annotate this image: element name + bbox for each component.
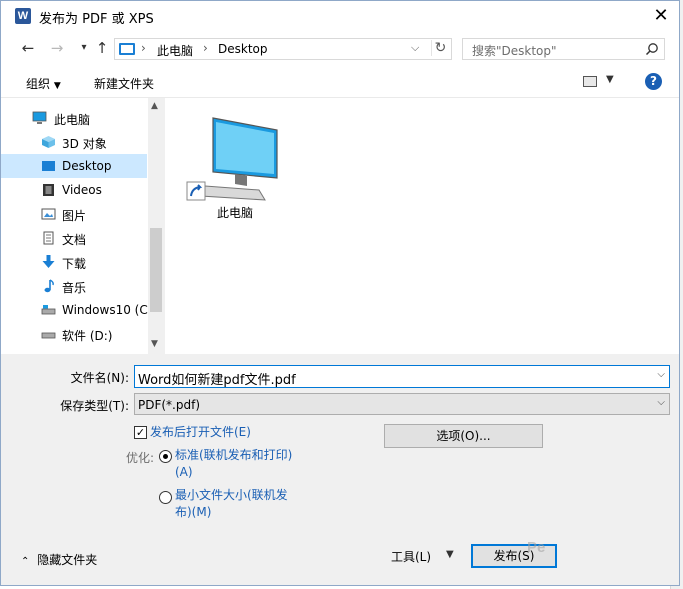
- sidebar-item-label: Desktop: [62, 159, 112, 173]
- forward-button[interactable]: →: [48, 39, 66, 57]
- arrow-right-icon: →: [50, 39, 64, 57]
- file-item-label: 此电脑: [216, 206, 253, 220]
- sidebar-item-label: Windows10 (C:: [62, 303, 152, 317]
- desktop-icon: [42, 161, 55, 171]
- chevron-down-icon: ▾: [81, 42, 87, 53]
- optimize-minimum-radio[interactable]: [159, 491, 172, 504]
- sidebar-item-label: Videos: [62, 183, 102, 197]
- arrow-left-icon: ←: [21, 39, 35, 57]
- search-placeholder: 搜索"Desktop": [472, 44, 557, 58]
- sidebar-item-label: 音乐: [62, 281, 87, 295]
- scroll-down-icon[interactable]: ▼: [151, 339, 158, 349]
- breadcrumb-this-pc[interactable]: 此电脑: [157, 42, 193, 59]
- organize-button[interactable]: 组织 ▼: [26, 75, 61, 92]
- recent-locations-button[interactable]: ▾: [75, 39, 93, 57]
- filetype-select[interactable]: PDF(*.pdf) ⌵: [134, 393, 670, 415]
- hide-folders-button[interactable]: ⌃ 隐藏文件夹: [21, 551, 97, 568]
- sidebar-item-label: 下载: [62, 257, 87, 271]
- chevron-right-icon: ›: [203, 41, 208, 55]
- drive-icon: [41, 332, 56, 339]
- view-icon[interactable]: [583, 76, 597, 87]
- sidebar-item-documents[interactable]: 文档: [1, 226, 147, 250]
- sidebar-item-music[interactable]: 音乐: [1, 274, 147, 298]
- chevron-down-icon[interactable]: ⌵: [657, 397, 665, 408]
- film-icon: [43, 184, 54, 196]
- chevron-right-icon: ›: [141, 41, 146, 55]
- sidebar-item-drive-c[interactable]: Windows10 (C:: [1, 298, 152, 322]
- sidebar-item-label: 此电脑: [54, 113, 91, 127]
- tools-button[interactable]: 工具(L): [391, 548, 431, 565]
- sidebar-item-label: 软件 (D:): [62, 329, 113, 343]
- filename-field[interactable]: Word如何新建pdf文件.pdf ⌵: [134, 365, 670, 388]
- view-dropdown-icon[interactable]: ▼: [606, 74, 614, 85]
- scrollbar-thumb[interactable]: [150, 228, 162, 312]
- computer-icon: [32, 111, 47, 124]
- optimize-minimum-label-line2[interactable]: 布)(M): [175, 504, 211, 521]
- up-button[interactable]: ↑: [93, 39, 111, 57]
- organize-label: 组织: [26, 77, 51, 91]
- sidebar-item-pictures[interactable]: 图片: [1, 202, 147, 226]
- document-icon: [43, 231, 54, 245]
- chevron-down-icon: ▼: [53, 81, 61, 91]
- close-button[interactable]: ✕: [649, 5, 673, 27]
- computer-shortcut-icon: [186, 117, 278, 201]
- navigation-bar: ← → ▾ ↑ › 此电脑 › Desktop ⌵ ↻ 搜索"Desktop": [1, 32, 679, 66]
- navigation-pane: 此电脑 3D 对象 Desktop Videos 图片 文档 下载 音乐 Win…: [1, 98, 164, 354]
- open-after-publish-label[interactable]: 发布后打开文件(E): [150, 424, 251, 441]
- open-after-publish-checkbox[interactable]: ✓: [134, 426, 147, 439]
- address-dropdown-icon[interactable]: ⌵: [411, 41, 419, 55]
- drive-icon: [41, 305, 56, 315]
- sidebar-item-this-pc[interactable]: 此电脑: [1, 106, 147, 130]
- download-icon: [42, 255, 55, 268]
- hide-folders-label: 隐藏文件夹: [37, 553, 98, 567]
- file-item-this-pc[interactable]: 此电脑: [165, 98, 305, 224]
- filetype-value: PDF(*.pdf): [138, 398, 201, 412]
- help-icon[interactable]: ?: [645, 73, 662, 90]
- navigation-scrollbar[interactable]: ▲ ▼: [148, 98, 164, 354]
- filetype-label: 保存类型(T):: [60, 399, 129, 413]
- optimize-standard-label-line2[interactable]: (A): [175, 464, 193, 481]
- scroll-up-icon[interactable]: ▲: [151, 101, 158, 111]
- picture-icon: [41, 208, 56, 220]
- computer-icon: [119, 43, 135, 55]
- refresh-icon[interactable]: ↻: [431, 40, 449, 56]
- dialog-title: 发布为 PDF 或 XPS: [39, 12, 154, 27]
- sidebar-item-label: 3D 对象: [62, 137, 107, 151]
- chevron-up-icon: ⌃: [21, 556, 30, 567]
- search-icon: [645, 43, 658, 56]
- close-icon: ✕: [653, 5, 669, 26]
- sidebar-item-label: 图片: [62, 209, 87, 223]
- options-button[interactable]: 选项(O)...: [384, 424, 543, 448]
- sidebar-item-videos[interactable]: Videos: [1, 178, 147, 202]
- optimize-minimum-label-line1[interactable]: 最小文件大小(联机发: [175, 487, 288, 504]
- arrow-up-icon: ↑: [95, 39, 109, 57]
- file-list: 此电脑: [165, 98, 679, 354]
- optimize-label: 优化:: [126, 451, 155, 465]
- back-button[interactable]: ←: [19, 39, 37, 57]
- search-input[interactable]: 搜索"Desktop": [462, 38, 665, 60]
- sidebar-item-label: 文档: [62, 233, 87, 247]
- filename-label: 文件名(N):: [70, 371, 129, 385]
- tools-dropdown-icon[interactable]: ▼: [446, 549, 454, 560]
- chevron-down-icon[interactable]: ⌵: [657, 369, 665, 380]
- filename-value: Word如何新建pdf文件.pdf: [138, 373, 296, 388]
- breadcrumb-desktop[interactable]: Desktop: [218, 42, 268, 56]
- music-icon: [44, 279, 54, 293]
- sidebar-item-desktop[interactable]: Desktop: [1, 154, 147, 178]
- sidebar-item-drive-d[interactable]: 软件 (D:): [1, 322, 147, 346]
- new-folder-button[interactable]: 新建文件夹: [94, 75, 154, 92]
- save-dialog: W 发布为 PDF 或 XPS ✕ ← → ▾ ↑ › 此电脑 › Deskto…: [0, 0, 680, 586]
- address-bar[interactable]: › 此电脑 › Desktop ⌵ ↻: [114, 38, 452, 60]
- cube-icon: [42, 136, 55, 148]
- title-bar: W 发布为 PDF 或 XPS ✕: [1, 1, 679, 32]
- word-app-icon: W: [15, 8, 31, 24]
- toolbar: 组织 ▼ 新建文件夹 ▼ ?: [1, 66, 679, 98]
- optimize-standard-label-line1[interactable]: 标准(联机发布和打印): [175, 447, 292, 464]
- sidebar-item-3d-objects[interactable]: 3D 对象: [1, 130, 147, 154]
- optimize-standard-radio[interactable]: [159, 450, 172, 463]
- watermark-logo: Pe: [527, 539, 546, 556]
- sidebar-item-downloads[interactable]: 下载: [1, 250, 147, 274]
